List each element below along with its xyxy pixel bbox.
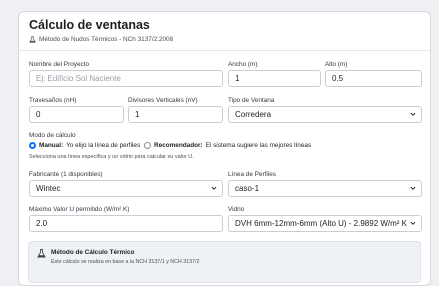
calc-mode-recommended-option[interactable]: Recomendador: El sistema sugiere las mej… [144,142,311,149]
page-title: Cálculo de ventanas [29,18,150,32]
glass-select[interactable]: DVH 6mm-12mm-6mm (Alto U) - 2.9892 W/m² … [228,215,422,232]
project-name-input[interactable]: Ej: Edificio Sol Naciente [29,70,223,87]
chevron-down-icon [410,112,416,116]
glass-label: Vidrio [228,206,245,213]
profile-line-value: caso-1 [235,184,260,193]
height-label: Alto (m) [325,61,348,68]
calc-mode-manual-option[interactable]: Manual: Yo elijo la línea de perfiles [29,142,140,149]
info-box: Método de Cálculo Térmico Este cálculo s… [28,241,421,283]
max-u-input[interactable]: 2.0 [29,215,223,232]
subtitle-text: Método de Nudos Térmicos - NCh 3137/2:20… [39,36,174,43]
window-type-select[interactable]: Corredera [228,106,422,123]
window-type-label: Tipo de Ventana [228,97,275,104]
glass-value: DVH 6mm-12mm-6mm (Alto U) - 2.9892 W/m² … [235,219,408,228]
chevron-down-icon [410,186,416,190]
width-input[interactable]: 1 [228,70,321,87]
profile-line-label: Línea de Perfiles [228,171,276,178]
window-calc-card: Cálculo de ventanas Método de Nudos Térm… [18,11,431,286]
manufacturer-select[interactable]: Wintec [29,180,223,197]
recommended-label-text: El sistema sugiere las mejores líneas [205,142,312,149]
manufacturer-value: Wintec [36,184,61,193]
mullions-label: Divisores Verticales (nV) [128,97,198,104]
flask-icon [29,36,36,43]
flask-icon [37,249,46,258]
manual-label-bold: Manual: [39,142,64,149]
manual-label-text: Yo elijo la línea de perfiles [66,142,141,149]
chevron-down-icon [410,221,416,225]
height-input[interactable]: 0.5 [325,70,422,87]
page-subtitle: Método de Nudos Térmicos - NCh 3137/2:20… [29,36,420,43]
profile-line-select[interactable]: caso-1 [228,180,422,197]
info-title: Método de Cálculo Térmico [51,249,135,256]
project-name-label: Nombre del Proyecto [29,61,90,68]
recommended-label-bold: Recomendador: [154,142,203,149]
width-label: Ancho (m) [228,61,258,68]
max-u-label: Máximo Valor U permitido (W/m² K) [29,206,130,213]
transoms-label: Travesaños (nH) [29,97,77,104]
mullions-input[interactable]: 1 [128,106,223,123]
radio-recommended[interactable] [144,142,151,149]
card-header: Cálculo de ventanas Método de Nudos Térm… [19,12,430,51]
manufacturer-label: Fabricante (1 disponibles) [29,171,103,178]
radio-manual[interactable] [29,142,36,149]
info-text: Este cálculo se realiza en base a la NCH… [51,259,200,265]
transoms-input[interactable]: 0 [29,106,124,123]
calc-mode-help: Selecciona una línea específica y un vid… [29,154,194,160]
chevron-down-icon [211,186,217,190]
window-type-value: Corredera [235,110,272,119]
calc-mode-label: Modo de cálculo [29,132,76,139]
